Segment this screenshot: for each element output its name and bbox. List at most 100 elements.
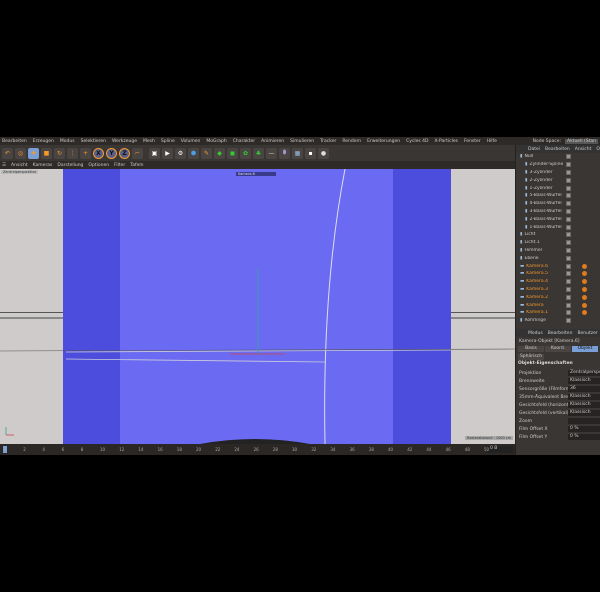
object-row[interactable]: ▮ Licht bbox=[516, 231, 600, 239]
subdivision-icon[interactable]: ◆ bbox=[214, 147, 225, 159]
tab-koord[interactable]: Koord. bbox=[545, 346, 571, 352]
field-icon[interactable]: ♣ bbox=[253, 147, 264, 159]
menu-item[interactable]: Erweiterungen bbox=[367, 139, 400, 144]
visibility-toggle[interactable] bbox=[566, 263, 571, 269]
visibility-toggle[interactable] bbox=[566, 185, 571, 191]
menu-item[interactable]: Fenster bbox=[464, 139, 481, 144]
visibility-toggle[interactable] bbox=[566, 286, 571, 292]
visibility-toggle[interactable] bbox=[566, 302, 571, 308]
field-value[interactable] bbox=[568, 418, 600, 424]
visibility-toggle[interactable] bbox=[566, 271, 571, 277]
visibility-toggle[interactable] bbox=[566, 162, 571, 168]
menu-item[interactable]: Animieren bbox=[261, 139, 284, 144]
coordinate-system-icon[interactable]: ⌐ bbox=[132, 147, 143, 159]
object-row[interactable]: ▬ Kamera.6 bbox=[516, 262, 600, 270]
object-row[interactable]: ▮ 3-Basis-Würfel bbox=[516, 208, 600, 216]
light-icon[interactable]: ● bbox=[318, 147, 329, 159]
object-row[interactable]: ▮ 3-Zylinder bbox=[516, 169, 600, 177]
visibility-toggle[interactable] bbox=[566, 247, 571, 253]
visibility-toggle[interactable] bbox=[566, 232, 571, 238]
object-row[interactable]: ▮ 5-Basis-Würfel bbox=[516, 192, 600, 200]
menu-item[interactable]: Volumen bbox=[181, 139, 201, 144]
object-row[interactable]: ▮ Himmel bbox=[516, 247, 600, 255]
visibility-toggle[interactable] bbox=[566, 154, 571, 160]
visibility-toggle[interactable] bbox=[566, 310, 571, 316]
tab-spherical[interactable]: Sphärisch bbox=[518, 354, 544, 360]
viewport-menu-item[interactable]: Ansicht bbox=[11, 163, 28, 168]
cube-icon[interactable]: ⬢ bbox=[188, 147, 199, 159]
menu-item[interactable]: Cycles 4D bbox=[406, 139, 428, 144]
array-icon[interactable]: ◼ bbox=[227, 147, 238, 159]
camera-tag-icon[interactable] bbox=[582, 279, 587, 285]
render-picture-viewer-icon[interactable]: ▶ bbox=[162, 147, 173, 159]
object-manager-menu-item[interactable]: Objekt bbox=[596, 147, 600, 152]
menu-item[interactable]: Werkzeuge bbox=[112, 139, 137, 144]
viewport-menu-item[interactable]: Filter bbox=[114, 163, 125, 168]
menu-item[interactable]: MoGraph bbox=[206, 139, 226, 144]
visibility-toggle[interactable] bbox=[566, 201, 571, 207]
frame-field[interactable]: 0 B bbox=[488, 446, 513, 453]
visibility-toggle[interactable] bbox=[566, 208, 571, 214]
attribute-menu-item[interactable]: Benutzer bbox=[577, 331, 597, 336]
field-value[interactable]: 36 bbox=[568, 386, 600, 392]
visibility-toggle[interactable] bbox=[566, 294, 571, 300]
deformer-icon[interactable]: ✿ bbox=[240, 147, 251, 159]
world-axis-icon[interactable]: + bbox=[80, 147, 91, 159]
object-row[interactable]: ▬ Kamera.1 bbox=[516, 309, 600, 317]
object-manager-menu-item[interactable]: Datei bbox=[528, 147, 540, 152]
viewport[interactable]: Zentralperspektive Kamera.6 Rasterabstan… bbox=[0, 169, 515, 444]
viewport-menu-item[interactable]: Tafeln bbox=[130, 163, 143, 168]
menu-item[interactable]: Hilfe bbox=[487, 139, 497, 144]
render-settings-icon[interactable]: ⚙ bbox=[175, 147, 186, 159]
object-row[interactable]: ▮ 4-Basis-Würfel bbox=[516, 200, 600, 208]
visibility-toggle[interactable] bbox=[566, 255, 571, 261]
camera-tag-icon[interactable] bbox=[582, 310, 587, 316]
object-row[interactable]: ▬ Kamera.3 bbox=[516, 286, 600, 294]
object-row[interactable]: ▬ Kamera bbox=[516, 301, 600, 309]
menu-item[interactable]: X-Particles bbox=[435, 139, 458, 144]
camera-tag-icon[interactable] bbox=[582, 286, 587, 292]
camera-tag-icon[interactable] bbox=[582, 263, 587, 269]
select-tool-icon[interactable]: ◎ bbox=[15, 147, 26, 159]
undo-icon[interactable]: ↶ bbox=[2, 147, 13, 159]
layout-selector[interactable]: Node Space: Aktuell (Stan bbox=[533, 138, 600, 144]
tab-basis[interactable]: Basis bbox=[518, 346, 544, 352]
visibility-toggle[interactable] bbox=[566, 318, 571, 324]
menu-item[interactable]: Erzeugen bbox=[33, 139, 54, 144]
object-row[interactable]: ▮ 2-Basis-Würfel bbox=[516, 215, 600, 223]
attribute-menu-item[interactable]: Modus bbox=[528, 331, 543, 336]
pen-icon[interactable]: ✎ bbox=[201, 147, 212, 159]
menu-item[interactable]: Rendern bbox=[342, 139, 361, 144]
visibility-toggle[interactable] bbox=[566, 240, 571, 246]
field-value[interactable]: Klassisch bbox=[568, 394, 600, 400]
visibility-toggle[interactable] bbox=[566, 169, 571, 175]
menu-item[interactable]: Modus bbox=[60, 139, 75, 144]
viewport-menu-item[interactable]: Kameras bbox=[33, 163, 53, 168]
object-row[interactable]: ▬ Kamera.2 bbox=[516, 293, 600, 301]
tab-objekt[interactable]: Objekt bbox=[572, 346, 598, 352]
field-value[interactable]: 0 % bbox=[568, 434, 600, 440]
render-view-icon[interactable]: ▣ bbox=[149, 147, 160, 159]
viewport-menu-icon[interactable]: ☰ bbox=[2, 163, 6, 168]
object-row[interactable]: ▮ Licht.1 bbox=[516, 239, 600, 247]
menu-item[interactable]: Mesh bbox=[143, 139, 155, 144]
field-value[interactable]: Zentralperspektive bbox=[568, 370, 600, 376]
x-axis-lock[interactable]: X bbox=[93, 147, 104, 159]
move-tool-icon[interactable]: ✚ bbox=[28, 147, 39, 159]
menu-item[interactable]: Spline bbox=[161, 139, 175, 144]
attribute-menu-item[interactable]: Bearbeiten bbox=[548, 331, 573, 336]
object-manager-menu-item[interactable]: Bearbeiten bbox=[545, 147, 570, 152]
object-row[interactable]: ▮ 2-Zylinder bbox=[516, 176, 600, 184]
menu-item[interactable]: Charakter bbox=[233, 139, 255, 144]
timeline[interactable]: 0 B 0 2 4 6 8 10 12 14 16 18 20 22 24 26 28 30 32 34 36 38 4… bbox=[0, 444, 515, 455]
rotate-tool-icon[interactable]: ↻ bbox=[54, 147, 65, 159]
visibility-toggle[interactable] bbox=[566, 177, 571, 183]
viewport-menu-item[interactable]: Optionen bbox=[88, 163, 109, 168]
field-value[interactable]: 0 % bbox=[568, 426, 600, 432]
visibility-toggle[interactable] bbox=[566, 224, 571, 230]
camera-tag-icon[interactable] bbox=[582, 271, 587, 277]
object-row[interactable]: ▮ 1-Basis-Würfel bbox=[516, 223, 600, 231]
camera-tag-icon[interactable] bbox=[582, 294, 587, 300]
menu-item[interactable]: Bearbeiten bbox=[2, 139, 27, 144]
scene-icon[interactable]: — bbox=[266, 147, 277, 159]
